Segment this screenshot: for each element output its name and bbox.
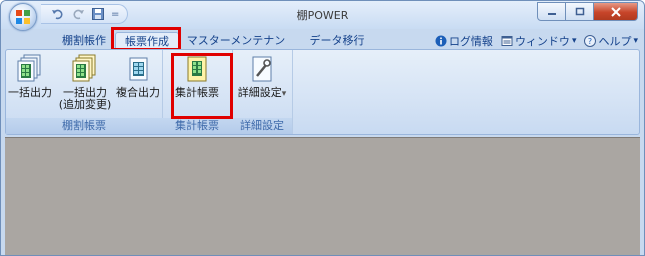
- batch-output-label: 一括出力: [8, 86, 52, 99]
- batch-output-button[interactable]: 一括出力: [8, 54, 52, 99]
- group-tanawari-reports: 一括出力 一括出力 (追加変更) 複合出力 棚割帳票: [6, 50, 163, 134]
- tab-highlight-box: [111, 27, 181, 51]
- combined-output-icon: [129, 57, 148, 81]
- close-button[interactable]: [594, 2, 638, 21]
- chevron-down-icon: ▾: [633, 36, 638, 46]
- system-buttons: [537, 2, 638, 21]
- ribbon-panel: 一括出力 一括出力 (追加変更) 複合出力 棚割帳票 集計帳票 集計帳票 詳細設…: [5, 49, 640, 135]
- window-menu-label: ウィンドウ: [514, 35, 570, 48]
- help-icon: ?: [584, 35, 597, 47]
- log-info-menu[interactable]: ログ情報: [435, 33, 493, 49]
- help-menu-label: ヘルプ: [598, 35, 632, 48]
- group-label-tanawari-reports: 棚割帳票: [6, 118, 162, 134]
- group-label-detail-settings: 詳細設定: [232, 118, 292, 134]
- detail-settings-icon: [252, 56, 272, 82]
- chevron-down-icon: ▾: [281, 89, 287, 99]
- batch-output-add-sublabel: (追加変更): [58, 98, 112, 111]
- minimize-icon: [547, 12, 556, 15]
- combined-output-button[interactable]: 複合出力: [116, 54, 160, 99]
- close-icon: [610, 6, 621, 17]
- button-highlight-box: [171, 53, 233, 119]
- chevron-down-icon: ▾: [571, 36, 577, 46]
- batch-output-add-icon: [72, 54, 96, 82]
- log-info-label: ログ情報: [448, 35, 493, 48]
- info-icon: [435, 35, 447, 47]
- svg-text:?: ?: [588, 37, 592, 46]
- group-label-summary-reports: 集計帳票: [162, 118, 232, 134]
- tab-tanawari[interactable]: 棚割帳作: [53, 32, 115, 50]
- tab-data-migration[interactable]: データ移行: [307, 32, 367, 50]
- detail-settings-button[interactable]: 詳細設定▾: [234, 54, 290, 100]
- maximize-icon: [575, 7, 584, 16]
- help-menu[interactable]: ? ヘルプ ▾: [584, 33, 638, 49]
- tab-master-maintenance[interactable]: マスターメンテナンス: [183, 32, 289, 65]
- application-window: = 棚POWER 棚割帳作 帳票作成 マスターメンテナンス データ移行 ログ情報…: [0, 0, 645, 256]
- workspace-area: [5, 137, 640, 255]
- minimize-button[interactable]: [537, 2, 566, 21]
- group-detail-settings: 詳細設定▾ 詳細設定: [232, 50, 293, 134]
- batch-output-icon: [17, 54, 41, 82]
- title-bar: = 棚POWER: [1, 1, 644, 31]
- maximize-button[interactable]: [566, 2, 594, 21]
- batch-output-add-button[interactable]: 一括出力 (追加変更): [56, 54, 114, 111]
- window-icon: [501, 36, 513, 46]
- window-menu[interactable]: ウィンドウ ▾: [501, 33, 577, 49]
- combined-output-label: 複合出力: [116, 86, 160, 99]
- ribbon-tabs: 棚割帳作 帳票作成 マスターメンテナンス データ移行 ログ情報 ウィンドウ ▾ …: [1, 29, 644, 65]
- right-menu: ログ情報 ウィンドウ ▾ ? ヘルプ ▾: [435, 32, 638, 50]
- detail-settings-label: 詳細設定▾: [237, 86, 287, 100]
